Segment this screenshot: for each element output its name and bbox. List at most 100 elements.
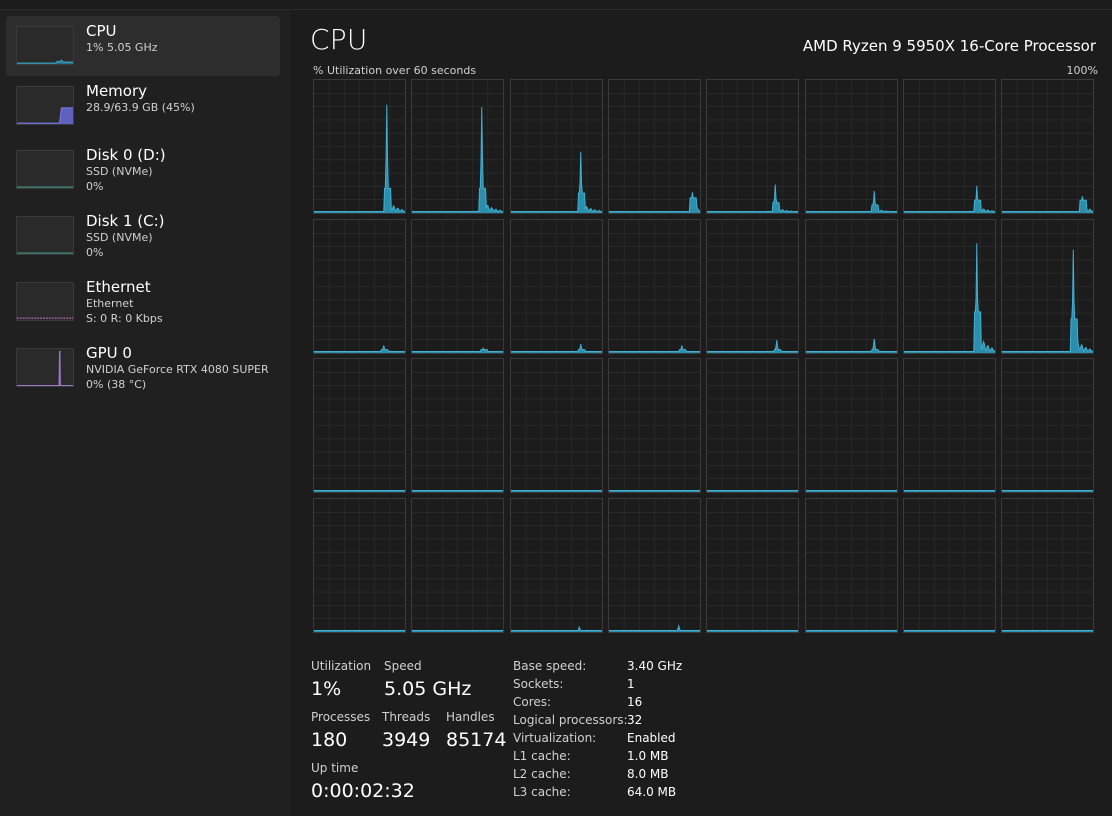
sidebar-item-disk-0[interactable]: Disk 0 (D:) SSD (NVMe) 0%: [6, 140, 280, 200]
logical-processor-graphs[interactable]: [313, 79, 1098, 634]
logical-processor-graph: [706, 79, 800, 214]
processes-label: Processes: [311, 710, 371, 724]
spec-value: 64.0 MB: [627, 785, 677, 799]
spec-key: L1 cache:: [513, 749, 571, 763]
cpu-utilization-area-chart: [314, 359, 405, 493]
sidebar-item-detail: S: 0 R: 0 Kbps: [86, 312, 163, 325]
cpu-utilization-area-chart: [805, 219, 897, 353]
cpu-utilization-area-chart: [1002, 219, 1094, 353]
graph-caption: % Utilization over 60 seconds: [313, 64, 477, 77]
sidebar-item-title: Disk 1 (C:): [86, 212, 165, 230]
logical-processor-graph: [1001, 358, 1095, 494]
cpu-utilization-area-chart: [412, 499, 504, 633]
logical-processor-graph: [509, 498, 603, 634]
cpu-utilization-area-chart: [608, 80, 700, 213]
cpu-utilization-area-chart: [608, 359, 700, 493]
logical-processor-graph: [607, 358, 701, 494]
graph-max-label: 100%: [1066, 64, 1098, 77]
logical-processor-graph: [1001, 218, 1095, 354]
sidebar-item-detail: Ethernet: [86, 297, 134, 310]
sidebar-item-disk-1[interactable]: Disk 1 (C:) SSD (NVMe) 0%: [6, 206, 280, 266]
cpu-utilization-area-chart: [805, 80, 897, 213]
logical-processor-graph: [706, 358, 800, 494]
logical-processor-graph: [509, 79, 603, 214]
spec-value: Enabled: [627, 731, 676, 745]
logical-processor-graph: [902, 79, 996, 214]
spec-key: L3 cache:: [513, 785, 571, 799]
cpu-utilization-area-chart: [314, 80, 405, 213]
logical-processor-graph: [509, 218, 603, 354]
spec-value: 3.40 GHz: [627, 659, 683, 673]
logical-processor-graph: [313, 79, 406, 214]
uptime-value: 0:00:02:32: [311, 780, 415, 802]
logical-processor-graph: [1001, 498, 1095, 634]
logical-processor-graph: [411, 79, 505, 214]
sidebar-item-title: CPU: [86, 22, 117, 40]
cpu-utilization-area-chart: [510, 80, 602, 213]
cpu-utilization-area-chart: [1002, 80, 1094, 213]
uptime-label: Up time: [311, 761, 359, 775]
cpu-utilization-area-chart: [805, 359, 897, 493]
cpu-utilization-area-chart: [1002, 359, 1094, 493]
cpu-utilization-area-chart: [412, 359, 504, 493]
sidebar-item-detail: 0% (38 °C): [86, 378, 147, 391]
spec-key: Logical processors:: [513, 713, 628, 727]
ethernet-thumbnail-graph: [16, 282, 74, 321]
sidebar-item-detail: SSD (NVMe): [86, 165, 153, 178]
handles-value: 85174: [446, 729, 507, 751]
cpu-utilization-area-chart: [903, 219, 995, 353]
cpu-utilization-area-chart: [707, 359, 799, 493]
sidebar-item-ethernet[interactable]: Ethernet Ethernet S: 0 R: 0 Kbps: [6, 272, 280, 332]
logical-processor-graph: [411, 498, 505, 634]
cpu-utilization-area-chart: [510, 499, 602, 633]
logical-processor-graph: [509, 358, 603, 494]
cpu-thumbnail-graph: [16, 26, 74, 65]
spec-key: Cores:: [513, 695, 552, 709]
memory-thumbnail-graph: [16, 86, 74, 125]
utilization-label: Utilization: [311, 659, 372, 673]
gpu-thumbnail-graph: [16, 348, 74, 387]
logical-processor-graph: [706, 498, 800, 634]
sidebar-item-gpu-0[interactable]: GPU 0 NVIDIA GeForce RTX 4080 SUPER 0% (…: [6, 338, 280, 398]
spec-value: 1.0 MB: [627, 749, 669, 763]
processor-name: AMD Ryzen 9 5950X 16-Core Processor: [802, 37, 1096, 55]
spec-value: 32: [627, 713, 643, 727]
sidebar-item-cpu[interactable]: CPU 1% 5.05 GHz: [6, 16, 280, 76]
logical-processor-graph: [804, 79, 898, 214]
cpu-utilization-area-chart: [903, 80, 995, 213]
logical-processor-graph: [706, 218, 800, 354]
sidebar-item-detail: SSD (NVMe): [86, 231, 153, 244]
spec-key: Sockets:: [513, 677, 564, 691]
logical-processor-graph: [804, 358, 898, 494]
cpu-utilization-area-chart: [314, 219, 405, 353]
logical-processor-graph: [902, 358, 996, 494]
logical-processor-graph: [313, 498, 406, 634]
logical-processor-graph: [313, 218, 406, 354]
sidebar-item-detail: 0%: [86, 180, 104, 193]
logical-processor-graph: [607, 79, 701, 214]
speed-label: Speed: [384, 659, 422, 673]
cpu-utilization-area-chart: [707, 80, 799, 213]
cpu-utilization-area-chart: [805, 499, 897, 633]
cpu-utilization-area-chart: [903, 359, 995, 493]
sidebar-item-detail: 0%: [86, 246, 104, 259]
cpu-utilization-area-chart: [608, 499, 700, 633]
sidebar-item-title: Ethernet: [86, 278, 151, 296]
performance-sidebar: CPU 1% 5.05 GHz Memory 28.9/63.9 GB (45%…: [0, 10, 290, 816]
disk-thumbnail-graph: [16, 216, 74, 255]
spec-value: 1: [627, 677, 635, 691]
logical-processor-graph: [607, 498, 701, 634]
logical-processor-graph: [804, 498, 898, 634]
cpu-utilization-area-chart: [412, 219, 504, 353]
sidebar-item-title: Memory: [86, 82, 148, 100]
threads-value: 3949: [382, 729, 431, 751]
sidebar-item-memory[interactable]: Memory 28.9/63.9 GB (45%): [6, 76, 280, 136]
logical-processor-graph: [902, 498, 996, 634]
cpu-utilization-area-chart: [1002, 499, 1094, 633]
cpu-detail-panel: CPU AMD Ryzen 9 5950X 16-Core Processor …: [290, 10, 1112, 816]
spec-key: L2 cache:: [513, 767, 571, 781]
logical-processor-graph: [607, 218, 701, 354]
processes-value: 180: [311, 729, 348, 751]
cpu-utilization-area-chart: [903, 499, 995, 633]
spec-key: Virtualization:: [513, 731, 597, 745]
